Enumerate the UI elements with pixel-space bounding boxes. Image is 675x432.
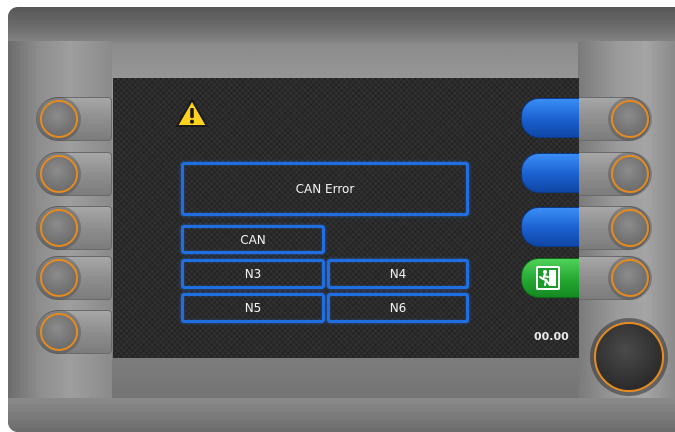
node-label-n3: N3: [244, 267, 262, 281]
right-hardware-button-1[interactable]: [611, 100, 649, 138]
left-hardware-button-5[interactable]: [40, 313, 78, 351]
softkey-1[interactable]: [521, 98, 579, 138]
emergency-exit-icon: [535, 265, 561, 291]
rotary-knob[interactable]: [594, 322, 664, 392]
node-status-n5: N5: [181, 293, 325, 323]
node-label-n6: N6: [389, 301, 407, 315]
left-hardware-button-2[interactable]: [40, 155, 78, 193]
can-error-title: CAN Error: [295, 182, 355, 196]
right-hardware-button-2[interactable]: [611, 155, 649, 193]
node-label-n4: N4: [389, 267, 407, 281]
node-label-n5: N5: [244, 301, 262, 315]
left-hardware-button-3[interactable]: [40, 209, 78, 247]
node-status-n3: N3: [181, 259, 325, 289]
can-error-panel: CAN Error: [181, 162, 469, 216]
bezel-top-strip: [8, 7, 675, 43]
left-hardware-button-4[interactable]: [40, 259, 78, 297]
right-hardware-button-3[interactable]: [611, 209, 649, 247]
softkey-2[interactable]: [521, 153, 579, 193]
can-label: CAN: [240, 232, 266, 247]
exit-button[interactable]: [521, 258, 579, 298]
warning-triangle-icon: [175, 98, 209, 128]
bezel-bottom-strip: [8, 398, 675, 432]
softkey-3[interactable]: [521, 207, 579, 247]
can-status-field: CAN: [181, 225, 325, 254]
clock-readout: 00.00: [534, 330, 569, 343]
display-screen: CAN Error CAN N3 N4 N5 N6 00.00: [113, 78, 579, 358]
left-hardware-button-1[interactable]: [40, 100, 78, 138]
node-status-n4: N4: [327, 259, 469, 289]
node-status-n6: N6: [327, 293, 469, 323]
device-panel: CAN Error CAN N3 N4 N5 N6 00.00: [0, 0, 675, 432]
right-hardware-button-4[interactable]: [611, 259, 649, 297]
